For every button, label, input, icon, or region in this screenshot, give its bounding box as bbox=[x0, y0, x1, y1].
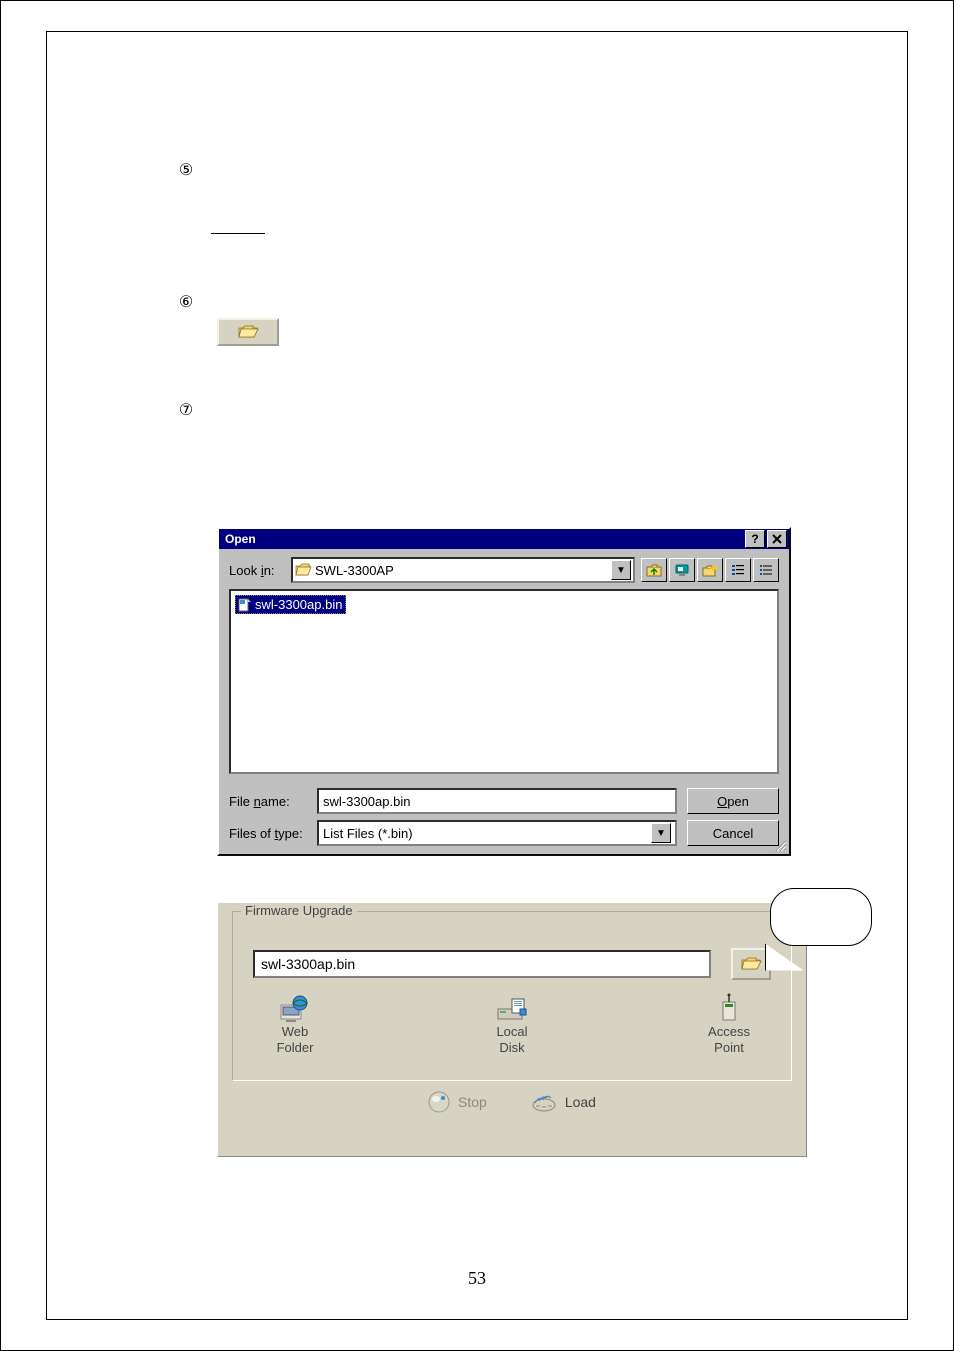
resize-icon bbox=[773, 838, 787, 852]
file-type-combo[interactable]: List Files (*.bin) ▼ bbox=[317, 820, 677, 846]
web-folder-col: Web Folder bbox=[259, 994, 331, 1056]
step-6-text bbox=[209, 292, 895, 372]
up-folder-button[interactable] bbox=[641, 558, 667, 582]
step-7: ⑦ bbox=[175, 400, 895, 426]
step-5-text bbox=[209, 160, 895, 264]
firmware-groupbox: Firmware Upgrade swl-3300ap.bin bbox=[232, 911, 792, 1081]
desktop-button[interactable] bbox=[669, 558, 695, 582]
list-view-button[interactable] bbox=[725, 558, 751, 582]
look-in-value: SWL-3300AP bbox=[315, 563, 607, 578]
look-in-label: Look in: bbox=[229, 563, 285, 578]
open-folder-icon bbox=[237, 324, 259, 340]
open-button[interactable]: Open bbox=[687, 788, 779, 814]
stop-button[interactable]: Stop bbox=[428, 1091, 487, 1113]
file-type-dropdown[interactable]: ▼ bbox=[651, 823, 671, 843]
access-point-col: Access Point bbox=[693, 994, 765, 1056]
details-view-button[interactable] bbox=[753, 558, 779, 582]
firmware-path-value: swl-3300ap.bin bbox=[261, 956, 355, 972]
step-7-text bbox=[209, 400, 895, 426]
ap-label-2: Point bbox=[714, 1040, 744, 1056]
resize-grip[interactable] bbox=[773, 838, 787, 852]
file-item-selected[interactable]: swl-3300ap.bin bbox=[235, 595, 346, 614]
local-disk-icon bbox=[494, 995, 530, 1023]
load-icon bbox=[531, 1091, 557, 1113]
file-type-value: List Files (*.bin) bbox=[323, 826, 651, 841]
close-button[interactable] bbox=[767, 530, 787, 548]
stop-icon bbox=[428, 1091, 450, 1113]
open-folder-icon bbox=[740, 956, 762, 972]
file-list-area[interactable]: swl-3300ap.bin bbox=[229, 589, 779, 774]
firmware-upgrade-panel: Firmware Upgrade swl-3300ap.bin bbox=[217, 902, 807, 1157]
desktop-icon bbox=[674, 563, 690, 577]
web-label-2: Folder bbox=[277, 1040, 314, 1056]
download-link-placeholder bbox=[211, 219, 265, 234]
dialog-title: Open bbox=[225, 532, 743, 546]
file-type-label: Files of type: bbox=[229, 826, 307, 841]
close-icon bbox=[772, 534, 782, 544]
new-folder-icon bbox=[702, 563, 718, 577]
step-6-number: ⑥ bbox=[175, 292, 197, 314]
page-number: 53 bbox=[47, 1268, 907, 1289]
file-name-label: File name: bbox=[229, 794, 307, 809]
file-item-label: swl-3300ap.bin bbox=[255, 597, 342, 612]
firmware-legend: Firmware Upgrade bbox=[241, 903, 357, 918]
step-7-number: ⑦ bbox=[175, 400, 197, 422]
firmware-path-input[interactable]: swl-3300ap.bin bbox=[253, 950, 711, 978]
web-folder-icon bbox=[278, 995, 312, 1023]
browse-button-inline[interactable] bbox=[217, 318, 279, 346]
details-view-icon bbox=[758, 563, 774, 577]
new-folder-button[interactable] bbox=[697, 558, 723, 582]
web-label-1: Web bbox=[282, 1024, 309, 1040]
dialog-titlebar: Open ? bbox=[219, 529, 789, 549]
file-icon bbox=[237, 598, 251, 612]
list-view-icon bbox=[730, 563, 746, 577]
local-disk-col: Local Disk bbox=[476, 994, 548, 1056]
look-in-combo[interactable]: SWL-3300AP ▼ bbox=[291, 557, 635, 583]
look-in-dropdown[interactable]: ▼ bbox=[611, 560, 631, 580]
up-folder-icon bbox=[646, 563, 662, 577]
file-type-row: Files of type: List Files (*.bin) ▼ Canc… bbox=[229, 820, 779, 846]
cancel-button[interactable]: Cancel bbox=[687, 820, 779, 846]
file-name-row: File name: swl-3300ap.bin Open bbox=[229, 788, 779, 814]
step-5: ⑤ bbox=[175, 160, 895, 264]
stop-label: Stop bbox=[458, 1094, 487, 1110]
load-button[interactable]: Load bbox=[531, 1091, 596, 1113]
local-label-1: Local bbox=[496, 1024, 527, 1040]
local-label-2: Disk bbox=[499, 1040, 524, 1056]
file-name-value: swl-3300ap.bin bbox=[323, 794, 410, 809]
load-label: Load bbox=[565, 1094, 596, 1110]
open-dialog-toolbar bbox=[641, 558, 779, 582]
ap-label-1: Access bbox=[708, 1024, 750, 1040]
step-5-number: ⑤ bbox=[175, 160, 197, 182]
look-in-row: Look in: SWL-3300AP ▼ bbox=[229, 557, 779, 583]
step-6: ⑥ bbox=[175, 292, 895, 372]
open-file-dialog: Open ? Look in: SWL-3300AP bbox=[217, 527, 791, 856]
file-name-input[interactable]: swl-3300ap.bin bbox=[317, 788, 677, 814]
help-button[interactable]: ? bbox=[745, 530, 765, 548]
open-folder-icon bbox=[295, 563, 311, 577]
speech-bubble bbox=[770, 888, 872, 946]
access-point-icon bbox=[716, 994, 742, 1024]
